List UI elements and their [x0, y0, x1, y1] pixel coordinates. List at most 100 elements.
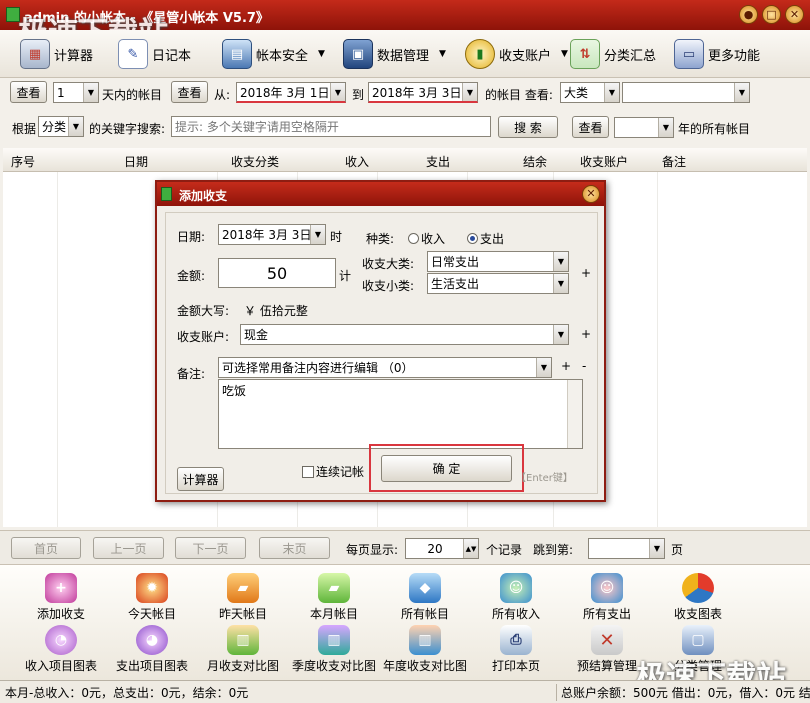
income-radio[interactable]: 收入	[408, 230, 445, 247]
quick-action-label: 预结算管理	[576, 659, 637, 673]
chevron-down-icon[interactable]: ▼	[604, 83, 619, 102]
column-header[interactable]: 收入	[345, 153, 369, 170]
print-page-button[interactable]: ⎙ 打印本页	[473, 623, 559, 675]
toolbar-data-management[interactable]: ▣ 数据管理 ▼	[343, 35, 446, 73]
chevron-down-icon[interactable]: ▼	[439, 49, 446, 59]
year-select[interactable]: ▼	[614, 117, 674, 138]
close-button[interactable]: ✕	[785, 5, 804, 24]
amount-input[interactable]: 50	[218, 258, 336, 288]
column-header[interactable]: 收支分类	[231, 153, 279, 170]
maximize-button[interactable]: □	[762, 5, 781, 24]
add-note-template-button[interactable]: +	[561, 359, 571, 373]
note-template-select[interactable]: 可选择常用备注内容进行编辑 （0） ▼	[218, 357, 552, 378]
remove-note-template-button[interactable]: -	[582, 359, 586, 373]
chevron-down-icon[interactable]: ▼	[330, 83, 345, 101]
chevron-down-icon[interactable]: ▼	[553, 252, 568, 271]
income-chart-icon: ◔	[45, 625, 77, 655]
add-entry-button[interactable]: + 添加收支	[18, 571, 104, 623]
view-range-button[interactable]: 查看	[171, 81, 208, 103]
all-expense-button[interactable]: ☺ 所有支出	[564, 571, 650, 623]
column-header[interactable]: 序号	[11, 153, 35, 170]
this-month-entries-button[interactable]: ▰ 本月帐目	[291, 571, 377, 623]
dialog-close-button[interactable]: ✕	[582, 185, 600, 203]
chevron-down-icon[interactable]: ▼	[83, 83, 98, 102]
toolbar-calculator[interactable]: ▦ 计算器	[20, 35, 93, 73]
chevron-down-icon[interactable]: ▼	[462, 83, 477, 101]
quarterly-compare-button[interactable]: ▥ 季度收支对比图	[291, 623, 377, 675]
all-entries-button[interactable]: ◆ 所有帐目	[382, 571, 468, 623]
chevron-down-icon[interactable]: ▼	[658, 118, 673, 137]
chevron-down-icon[interactable]: ▼	[734, 83, 749, 102]
category-level-select[interactable]: 大类 ▼	[560, 82, 620, 103]
jump-page-select[interactable]: ▼	[588, 538, 665, 559]
quick-action-label: 月收支对比图	[206, 659, 279, 673]
per-page-stepper[interactable]: 20 ▲▼	[405, 538, 479, 559]
keyword-label: 的关键字搜索:	[89, 122, 166, 136]
entry-date-value: 2018年 3月 3日	[222, 228, 312, 242]
month-summary-text: 本月-总收入：0元，总支出：0元，结余：0元	[5, 686, 249, 700]
view-days-button[interactable]: 查看	[10, 81, 47, 103]
note-scrollbar[interactable]	[567, 380, 582, 448]
search-field-select[interactable]: 分类 ▼	[38, 116, 84, 137]
category-filter-select[interactable]: ▼	[622, 82, 750, 103]
to-date-picker[interactable]: 2018年 3月 3日 ▼	[368, 82, 478, 103]
note-textarea[interactable]: 吃饭	[218, 379, 583, 449]
expense-radio[interactable]: 支出	[467, 230, 504, 247]
keyword-search-input[interactable]	[171, 116, 491, 137]
minimize-button[interactable]: ●	[739, 5, 758, 24]
column-header[interactable]: 收支账户	[580, 153, 628, 170]
next-page-button[interactable]: 下一页	[175, 537, 246, 559]
toolbar-accounts[interactable]: ▮ 收支账户 ▼	[465, 35, 568, 73]
search-by-label: 根据	[12, 122, 37, 136]
minor-category-select[interactable]: 生活支出 ▼	[427, 273, 569, 294]
toolbar-category-summary[interactable]: ⇅ 分类汇总	[570, 35, 656, 73]
yesterday-entries-button[interactable]: ▰ 昨天帐目	[200, 571, 286, 623]
search-button[interactable]: 搜 索	[498, 116, 558, 138]
stepper-arrows-icon[interactable]: ▲▼	[463, 539, 478, 558]
time-label[interactable]: 时	[330, 228, 342, 245]
column-header[interactable]: 日期	[124, 153, 148, 170]
data-management-icon: ▣	[343, 39, 373, 69]
chevron-down-icon[interactable]: ▼	[318, 49, 325, 59]
all-income-button[interactable]: ☺ 所有收入	[473, 571, 559, 623]
column-header[interactable]: 支出	[426, 153, 450, 170]
chevron-down-icon[interactable]: ▼	[649, 539, 664, 558]
date-label: 日期:	[177, 230, 206, 244]
calculator-button[interactable]: 计算器	[177, 467, 224, 491]
expense-items-chart-button[interactable]: ◕ 支出项目图表	[109, 623, 195, 675]
calc-shortcut[interactable]: 计	[339, 267, 351, 284]
toolbar-account-security[interactable]: ▤ 帐本安全 ▼	[222, 35, 325, 73]
major-category-select[interactable]: 日常支出 ▼	[427, 251, 569, 272]
quick-action-label: 支出项目图表	[115, 659, 188, 673]
view-year-button[interactable]: 查看	[572, 116, 609, 138]
entry-date-picker[interactable]: 2018年 3月 3日 ▼	[218, 224, 326, 245]
days-select[interactable]: 1 ▼	[53, 82, 99, 103]
today-entries-button[interactable]: ✹ 今天帐目	[109, 571, 195, 623]
column-header[interactable]: 结余	[523, 153, 547, 170]
dialog-icon	[161, 187, 172, 201]
toolbar-diary[interactable]: ✎ 日记本	[118, 35, 191, 73]
diary-icon: ✎	[118, 39, 148, 69]
add-category-button[interactable]: +	[581, 266, 591, 280]
add-account-button[interactable]: +	[581, 327, 591, 341]
continuous-entry-checkbox[interactable]: 连续记帐	[302, 463, 364, 480]
monthly-compare-button[interactable]: ▥ 月收支对比图	[200, 623, 286, 675]
prev-page-button[interactable]: 上一页	[93, 537, 164, 559]
chevron-down-icon[interactable]: ▼	[68, 117, 83, 136]
chevron-down-icon[interactable]: ▼	[536, 358, 551, 377]
column-header[interactable]: 备注	[662, 153, 686, 170]
last-page-button[interactable]: 末页	[259, 537, 330, 559]
toolbar-label: 收支账户	[499, 48, 552, 64]
first-page-button[interactable]: 首页	[11, 537, 81, 559]
from-date-picker[interactable]: 2018年 3月 1日 ▼	[236, 82, 346, 103]
confirm-button[interactable]: 确 定	[381, 455, 512, 482]
account-select[interactable]: 现金 ▼	[240, 324, 569, 345]
income-items-chart-button[interactable]: ◔ 收入项目图表	[18, 623, 104, 675]
yearly-compare-button[interactable]: ▥ 年度收支对比图	[382, 623, 468, 675]
income-expense-chart-button[interactable]: 收支图表	[655, 571, 741, 623]
chevron-down-icon[interactable]: ▼	[561, 49, 568, 59]
toolbar-more-functions[interactable]: ▭ 更多功能	[674, 35, 760, 73]
chevron-down-icon[interactable]: ▼	[553, 325, 568, 344]
chevron-down-icon[interactable]: ▼	[310, 225, 325, 244]
chevron-down-icon[interactable]: ▼	[553, 274, 568, 293]
